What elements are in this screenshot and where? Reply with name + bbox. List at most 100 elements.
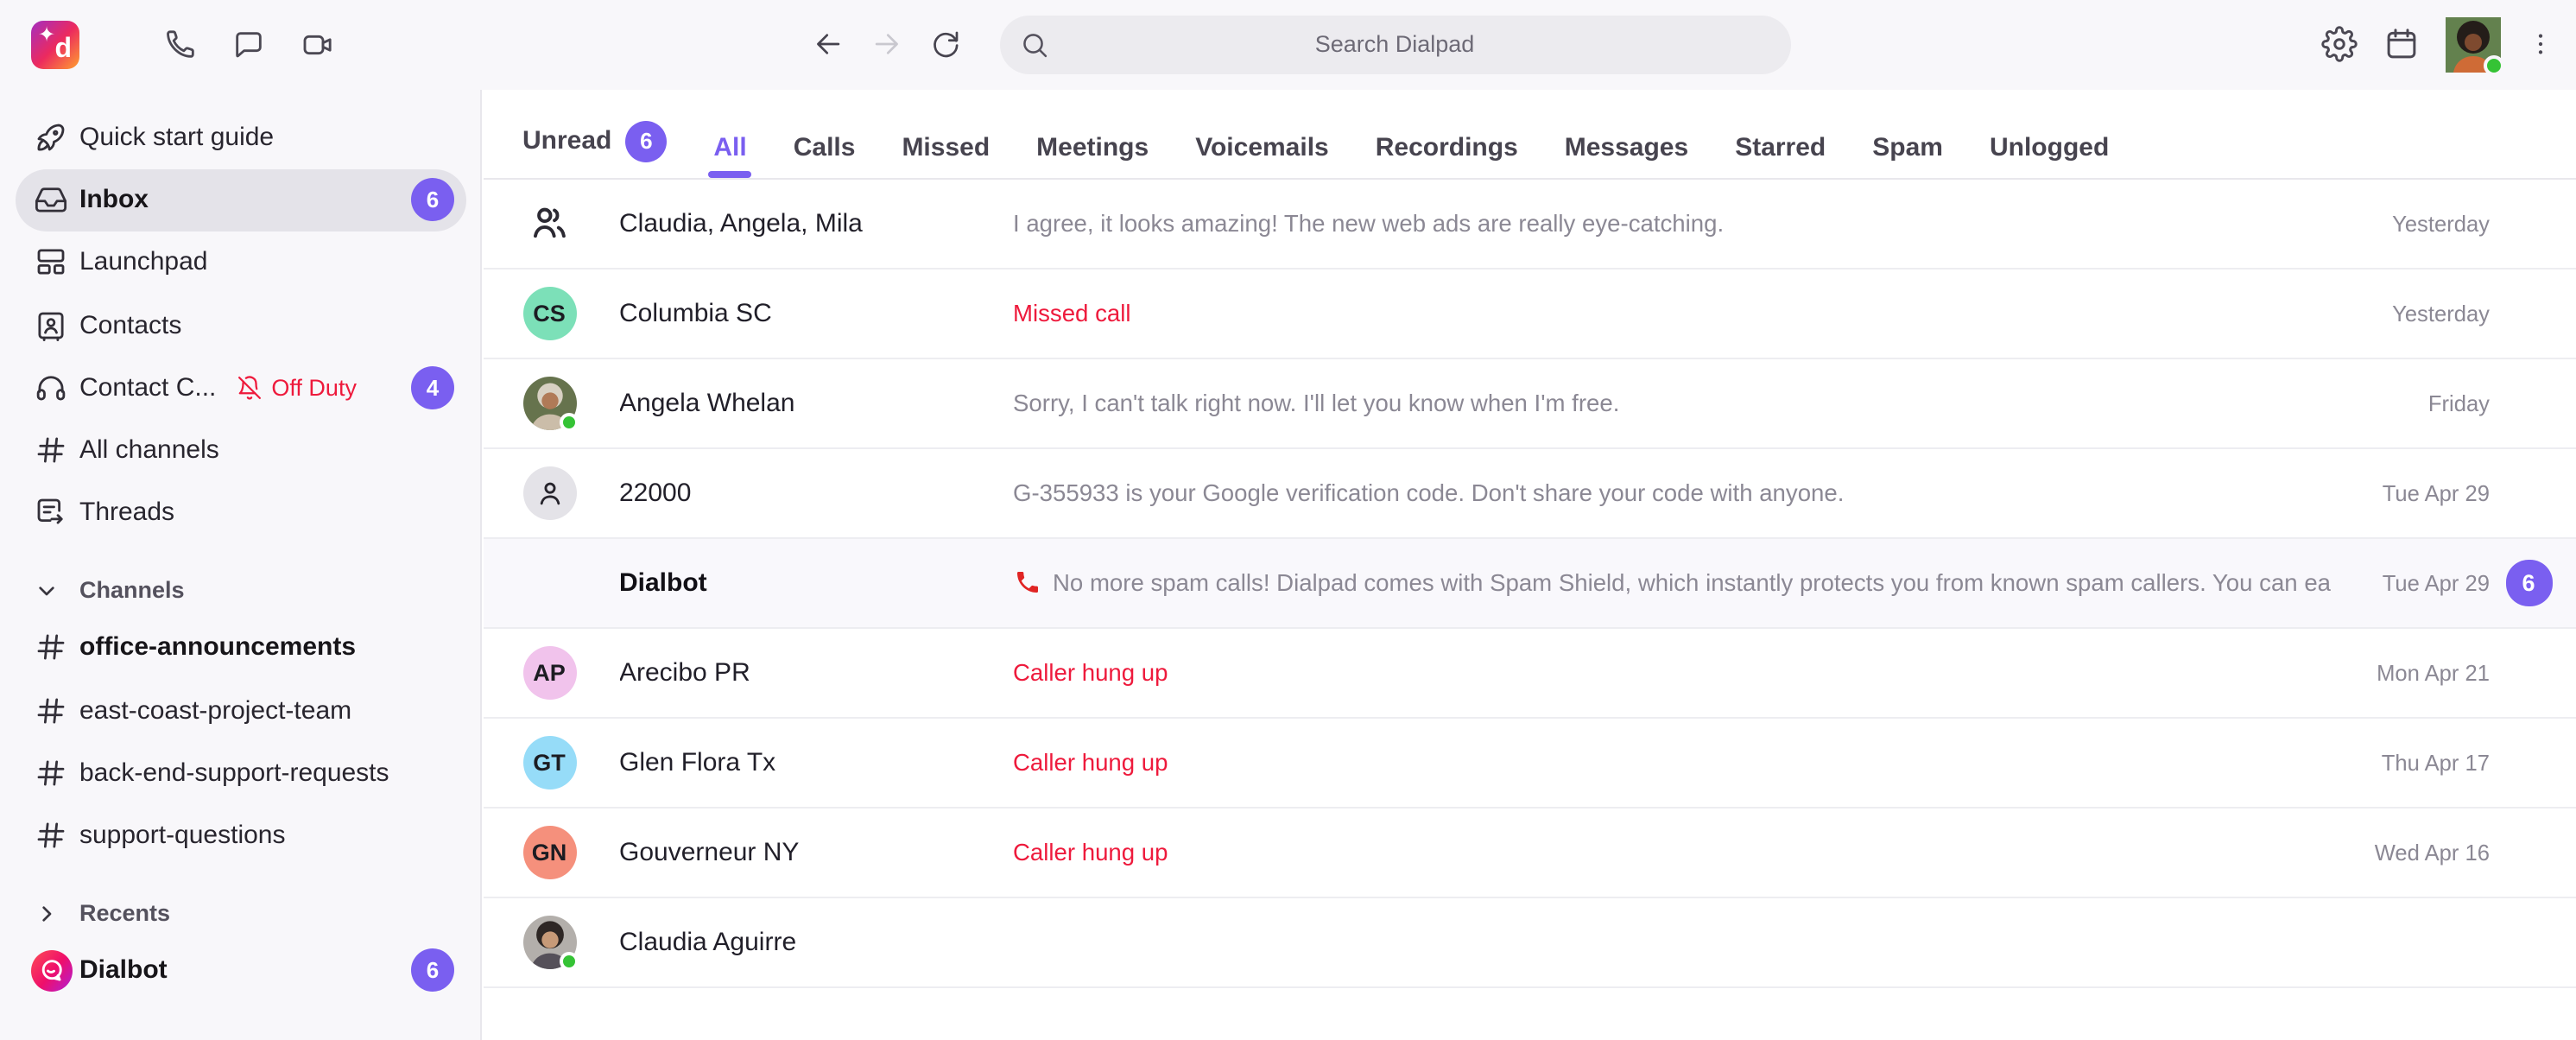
conversation-meta: Yesterday	[2392, 289, 2552, 336]
preview-text: Sorry, I can't talk right now. I'll let …	[1013, 390, 1619, 415]
online-status-dot	[559, 412, 578, 431]
sidebar-item-label: Quick start guide	[79, 123, 274, 152]
tab-recordings[interactable]: Recordings	[1376, 132, 1518, 162]
group-icon	[527, 200, 572, 245]
preview-text: Caller hung up	[1013, 659, 1168, 685]
tab-missed[interactable]: Missed	[902, 132, 990, 162]
headset-icon	[33, 370, 69, 406]
search-input[interactable]	[999, 15, 1790, 73]
hash-icon	[33, 432, 69, 468]
conversation-list: Claudia, Angela, MilaI agree, it looks a…	[484, 179, 2576, 987]
initials-avatar: AP	[522, 645, 576, 699]
conversation-meta: Tue Apr 29	[2383, 469, 2552, 516]
sidebar-item-label: office-announcements	[79, 633, 356, 663]
unread-count-badge: 4	[411, 366, 454, 409]
sidebar-item-label: Inbox	[79, 186, 149, 215]
inbox-main: Unread 6 All Calls Missed Meetings Voicemails R…	[484, 89, 2576, 1040]
conversation-preview: Sorry, I can't talk right now. I'll let …	[1013, 390, 2394, 415]
sidebar-item-office-announcements[interactable]: office-announcements	[16, 617, 466, 679]
online-status-dot	[2483, 55, 2503, 76]
rocket-icon	[33, 119, 69, 155]
hash-icon	[33, 755, 69, 791]
tab-label: Recordings	[1376, 132, 1518, 162]
tab-all[interactable]: All	[713, 132, 746, 162]
calendar-icon[interactable]	[2383, 27, 2419, 63]
conversation-row[interactable]: APArecibo PRCaller hung upMon Apr 21	[484, 628, 2576, 718]
conversation-meta: Friday	[2428, 379, 2552, 426]
conversation-row[interactable]: 22000G-355933 is your Google verificatio…	[484, 448, 2576, 538]
user-avatar[interactable]	[2445, 17, 2500, 73]
inbox-icon	[33, 182, 69, 219]
sidebar-section-recents[interactable]: Recents	[16, 887, 466, 939]
conversation-avatar	[522, 555, 576, 609]
preview-text: No more spam calls! Dialpad comes with S…	[1053, 569, 2331, 595]
conversation-avatar: CS	[522, 286, 576, 339]
sidebar-item-launchpad[interactable]: Launchpad	[16, 231, 466, 294]
phone-icon[interactable]	[162, 28, 197, 62]
sidebar-item-inbox[interactable]: Inbox6	[16, 168, 466, 231]
conversation-meta: Thu Apr 17	[2382, 739, 2552, 785]
sidebar-item-back-end-support-requests[interactable]: back-end-support-requests	[16, 741, 466, 803]
sidebar-item-east-coast-project-team[interactable]: east-coast-project-team	[16, 679, 466, 741]
conversation-timestamp: Thu Apr 17	[2382, 749, 2490, 775]
sidebar-item-quick-start-guide[interactable]: Quick start guide	[16, 106, 466, 168]
sidebar-item-support-questions[interactable]: support-questions	[16, 804, 466, 866]
preview-text: Missed call	[1013, 300, 1131, 326]
topbar-quick-actions	[162, 0, 335, 89]
video-icon[interactable]	[301, 28, 335, 62]
tab-messages[interactable]: Messages	[1565, 132, 1688, 162]
conversation-row[interactable]: CSColumbia SCMissed callYesterday	[484, 269, 2576, 358]
back-icon[interactable]	[812, 29, 845, 61]
launchpad-icon	[33, 244, 69, 281]
section-label: Recents	[79, 900, 170, 926]
conversation-row[interactable]: GTGlen Flora TxCaller hung upThu Apr 17	[484, 718, 2576, 808]
tab-calls[interactable]: Calls	[794, 132, 856, 162]
dialpad-logo[interactable]: ✦ d	[31, 20, 79, 68]
initials-avatar: GN	[522, 825, 576, 878]
sidebar-item-label: east-coast-project-team	[79, 695, 351, 725]
conversation-avatar	[522, 196, 576, 250]
conversation-row[interactable]: Claudia, Angela, MilaI agree, it looks a…	[484, 179, 2576, 269]
sidebar-item-contacts[interactable]: Contacts	[16, 294, 466, 356]
conversation-meta	[2490, 918, 2552, 965]
forward-icon[interactable]	[870, 29, 903, 61]
sidebar-item-all-channels[interactable]: All channels	[16, 419, 466, 481]
sidebar-section-channels[interactable]: Channels	[16, 565, 466, 617]
tab-label: Unread	[522, 126, 611, 155]
conversation-row[interactable]: Angela WhelanSorry, I can't talk right n…	[484, 358, 2576, 448]
sidebar-item-threads[interactable]: Threads	[16, 481, 466, 543]
tab-unread[interactable]: Unread 6	[522, 120, 667, 162]
conversation-avatar: GT	[522, 735, 576, 789]
unread-count-badge: 6	[2505, 559, 2552, 606]
conversation-timestamp: Tue Apr 29	[2383, 479, 2490, 505]
unread-count-badge: 6	[625, 120, 667, 162]
badge-slot	[2505, 649, 2552, 695]
refresh-icon[interactable]	[929, 29, 962, 61]
preview-text: Caller hung up	[1013, 839, 1168, 865]
conversation-avatar: GN	[522, 825, 576, 878]
tab-spam[interactable]: Spam	[1872, 132, 1943, 162]
history-nav	[812, 0, 962, 89]
tab-voicemails[interactable]: Voicemails	[1195, 132, 1329, 162]
conversation-row[interactable]: Claudia Aguirre	[484, 897, 2576, 987]
tab-meetings[interactable]: Meetings	[1036, 132, 1149, 162]
sidebar-item-contact-c[interactable]: Contact C...Off Duty4	[16, 357, 466, 419]
chat-icon[interactable]	[231, 28, 266, 62]
person-icon	[522, 466, 576, 519]
badge-slot	[2505, 379, 2552, 426]
gear-icon[interactable]	[2320, 27, 2357, 63]
preview-text: G-355933 is your Google verification cod…	[1013, 479, 1844, 505]
preview-text: Caller hung up	[1013, 749, 1168, 775]
tab-unlogged[interactable]: Unlogged	[1990, 132, 2109, 162]
badge-slot	[2505, 828, 2552, 875]
initials-avatar: GT	[522, 735, 576, 789]
unread-count-badge: 6	[411, 948, 454, 992]
sparkle-icon: ✦	[38, 22, 55, 46]
conversation-row[interactable]: DialbotNo more spam calls! Dialpad comes…	[484, 538, 2576, 628]
tab-starred[interactable]: Starred	[1735, 132, 1826, 162]
conversation-timestamp: Wed Apr 16	[2375, 839, 2490, 865]
initials-avatar: CS	[522, 286, 576, 339]
sidebar-item-dialbot[interactable]: Dialbot6	[16, 939, 466, 1001]
kebab-menu-icon[interactable]	[2526, 27, 2554, 63]
conversation-row[interactable]: GNGouverneur NYCaller hung upWed Apr 16	[484, 808, 2576, 897]
